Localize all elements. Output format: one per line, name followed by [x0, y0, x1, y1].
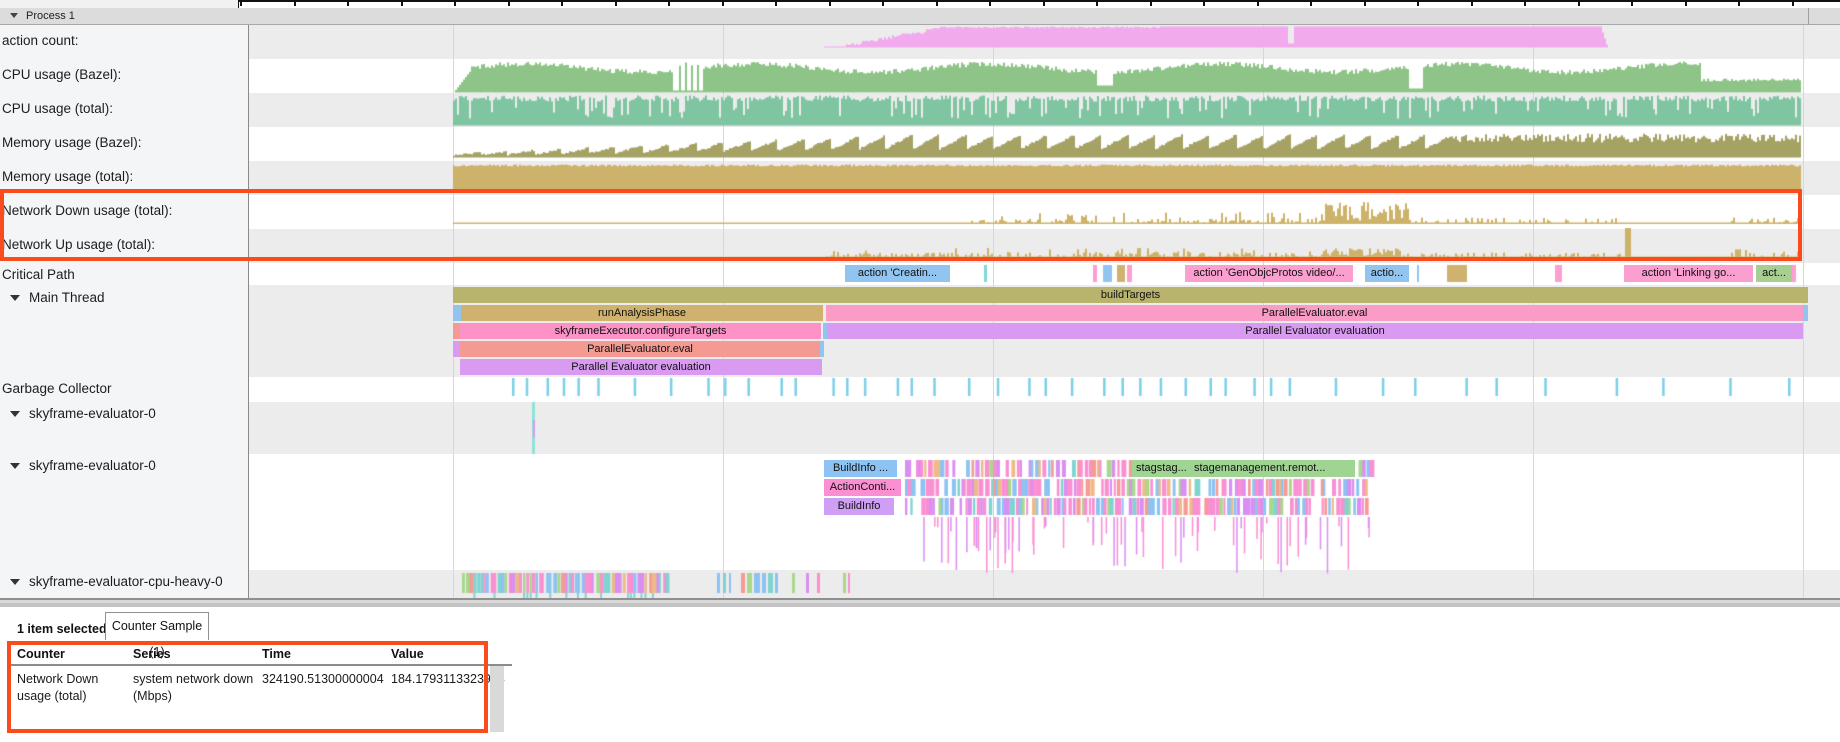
- ruler-tick: [1043, 0, 1045, 6]
- critical-path-slice[interactable]: action 'Creatin...: [845, 265, 950, 282]
- skyframe-slice[interactable]: BuildInfo: [824, 498, 894, 515]
- stage-slice-label: stagstag...: [1136, 462, 1187, 474]
- ruler-tick: [1310, 0, 1312, 6]
- ruler-tick: [1792, 0, 1794, 6]
- critical-path-slice[interactable]: action 'GenObjcProtos video/...: [1185, 265, 1353, 282]
- ruler-tick: [989, 0, 991, 6]
- thread-label: skyframe-evaluator-cpu-heavy-0: [29, 574, 223, 589]
- flame-slice[interactable]: buildTargets: [453, 287, 1808, 303]
- track-label-cpu-usage-total-: CPU usage (total):: [2, 101, 113, 116]
- ruler-tick: [561, 0, 563, 6]
- track-label-cpu-usage-bazel-: CPU usage (Bazel):: [2, 67, 121, 82]
- ruler-tick: [240, 0, 242, 6]
- tab-counter-sample[interactable]: Counter Sample (1): [105, 612, 209, 640]
- table-scrollbar[interactable]: [490, 666, 504, 732]
- ruler-tick: [829, 0, 831, 6]
- ruler-tick: [294, 0, 296, 6]
- ruler-tick: [615, 0, 617, 6]
- stage-slice-label: stagemanagement.remot...: [1194, 462, 1325, 474]
- flame-slice[interactable]: skyframeExecutor.configureTargets: [460, 323, 821, 339]
- ruler-tick: [936, 0, 938, 6]
- skyframe-slice[interactable]: ActionConti...: [824, 479, 901, 496]
- track-header-skyframe-evaluator-cpu-heavy-0[interactable]: skyframe-evaluator-cpu-heavy-0: [10, 574, 223, 589]
- flame-slice[interactable]: Parallel Evaluator evaluation: [827, 323, 1803, 339]
- ruler-tick: [1257, 0, 1259, 6]
- critical-path-slice[interactable]: actio...: [1365, 265, 1409, 282]
- counter-table-highlight-box: [7, 641, 488, 733]
- track-header-main-thread[interactable]: Main Thread: [10, 290, 105, 305]
- flame-slice[interactable]: ParallelEvaluator.eval: [826, 305, 1803, 321]
- ruler-tick: [1150, 0, 1152, 6]
- ruler-tick-area: [238, 0, 1840, 8]
- track-header-skyframe-evaluator-0[interactable]: skyframe-evaluator-0: [10, 458, 156, 473]
- flame-slice[interactable]: runAnalysisPhase: [461, 305, 823, 321]
- ruler-tick: [401, 0, 403, 6]
- ruler-tick: [1471, 0, 1473, 6]
- flame-slice[interactable]: [1803, 305, 1808, 321]
- flame-slice[interactable]: [820, 341, 824, 357]
- skyframe-stage-slices[interactable]: stagstag... stagemanagement.remot...: [1132, 460, 1355, 477]
- track-label-memory-usage-total-: Memory usage (total):: [2, 169, 133, 184]
- collapse-arrow-icon[interactable]: [10, 463, 20, 469]
- trace-viewer: Process 1 action 'Creatin... action 'GenO…: [0, 0, 1840, 742]
- collapse-arrow-icon[interactable]: [10, 295, 20, 301]
- timeline-canvas-area[interactable]: action 'Creatin... action 'GenObjcProtos …: [249, 25, 1840, 598]
- flame-slice[interactable]: ParallelEvaluator.eval: [460, 341, 820, 357]
- ruler-tick: [882, 0, 884, 6]
- flame-slice[interactable]: [453, 341, 460, 357]
- ruler-tick: [1738, 0, 1740, 6]
- track-header-skyframe-evaluator-0[interactable]: skyframe-evaluator-0: [10, 406, 156, 421]
- critical-path-slice[interactable]: action 'Linking go...: [1624, 265, 1753, 282]
- collapse-arrow-icon[interactable]: [10, 13, 18, 18]
- selection-status: 1 item selected.: [17, 622, 110, 636]
- flame-slice[interactable]: Parallel Evaluator evaluation: [460, 359, 822, 375]
- ruler-tick: [1685, 0, 1687, 6]
- ruler-tick: [1364, 0, 1366, 6]
- ruler-tick: [722, 0, 724, 6]
- thread-label: skyframe-evaluator-0: [29, 458, 156, 473]
- ruler-tick: [1524, 0, 1526, 6]
- ruler-tick: [1631, 0, 1633, 6]
- ruler-tick: [454, 0, 456, 6]
- ruler-tick: [508, 0, 510, 6]
- ruler-tick: [1203, 0, 1205, 6]
- process-bar-divider: [1808, 8, 1809, 25]
- skyframe-slice[interactable]: BuildInfo ...: [824, 460, 897, 477]
- ruler-tick: [1417, 0, 1419, 6]
- flame-slice[interactable]: [453, 323, 460, 339]
- ruler-tick: [347, 0, 349, 6]
- ruler-tick: [775, 0, 777, 6]
- process-header[interactable]: Process 1: [0, 8, 1840, 25]
- process-label: Process 1: [26, 10, 75, 22]
- panel-splitter[interactable]: [0, 598, 1840, 607]
- track-label-memory-usage-bazel-: Memory usage (Bazel):: [2, 135, 142, 150]
- thread-label: Main Thread: [29, 290, 105, 305]
- ruler-tick: [1096, 0, 1098, 6]
- critical-path-slice[interactable]: act...: [1756, 265, 1792, 282]
- track-label-action-count-: action count:: [2, 33, 79, 48]
- collapse-arrow-icon[interactable]: [10, 411, 20, 417]
- track-label-critical-path: Critical Path: [2, 267, 75, 282]
- ruler-tick: [668, 0, 670, 6]
- collapse-arrow-icon[interactable]: [10, 579, 20, 585]
- timeline-ruler[interactable]: [0, 0, 1840, 8]
- ruler-tick: [1578, 0, 1580, 6]
- thread-label: skyframe-evaluator-0: [29, 406, 156, 421]
- thread-label: Garbage Collector: [2, 381, 112, 396]
- analysis-panel: 1 item selected. Counter Sample (1) Coun…: [0, 607, 1840, 742]
- track-header-garbage-collector[interactable]: Garbage Collector: [2, 381, 112, 396]
- network-tracks-highlight-box: [0, 189, 1802, 261]
- flame-slice[interactable]: [453, 305, 461, 321]
- track-label-sidebar: action count: CPU usage (Bazel): CPU usage…: [0, 25, 249, 598]
